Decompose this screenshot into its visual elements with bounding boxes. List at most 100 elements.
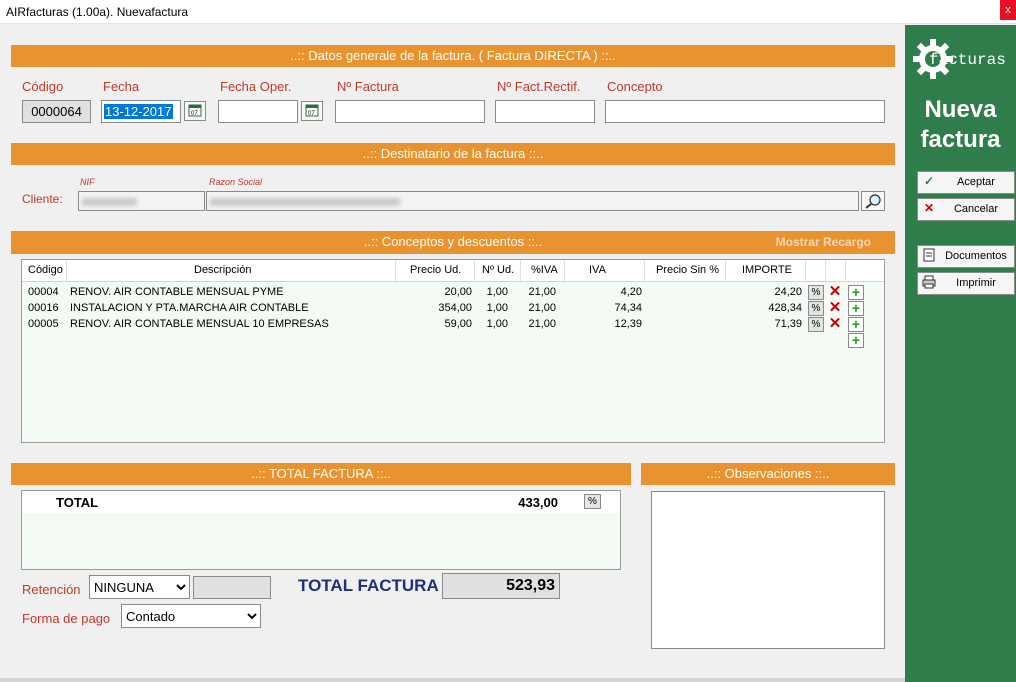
page-title-line1: Nueva (924, 96, 997, 123)
total-percent-button[interactable]: % (584, 494, 601, 509)
row-descripcion: RENOV. AIR CONTABLE MENSUAL 10 EMPRESAS (70, 318, 329, 330)
razon-social-field[interactable] (206, 191, 859, 211)
table-row[interactable]: 00016 INSTALACION Y PTA.MARCHA AIR CONTA… (22, 300, 884, 317)
row-piva: 21,00 (528, 286, 556, 298)
col-divider (395, 260, 396, 281)
row-unidades: 1,00 (486, 318, 508, 330)
row-unidades: 1,00 (486, 286, 508, 298)
col-codigo: Código (28, 264, 63, 276)
retencion-select[interactable]: NINGUNA (89, 575, 190, 599)
row-delete-icon[interactable]: ✕ (827, 316, 843, 332)
nif-value-blurred (82, 198, 137, 206)
concepto-field[interactable] (605, 100, 885, 123)
col-precio: Precio Ud. (410, 264, 462, 276)
row-add-icon[interactable]: + (848, 285, 864, 300)
fecha-value: 13-12-2017 (104, 104, 173, 119)
row-delete-icon[interactable]: ✕ (827, 300, 843, 316)
row-iva: 4,20 (620, 286, 642, 298)
svg-text:07: 07 (308, 111, 315, 117)
fecha-oper-calendar-button[interactable]: 07 (301, 101, 323, 121)
new-row-add-icon[interactable]: + (848, 333, 864, 348)
row-iva: 12,39 (614, 318, 642, 330)
sidebar: facturas Nueva factura ✓ Aceptar ✕ Cance… (905, 25, 1016, 682)
cliente-label: Cliente: (22, 192, 63, 206)
row-add-icon[interactable]: + (848, 301, 864, 316)
window-title: AIRfacturas (1.00a). Nuevafactura (6, 5, 189, 19)
row-codigo: 00005 (28, 318, 59, 330)
total-factura-value: 523,93 (442, 573, 560, 599)
cancelar-button[interactable]: ✕ Cancelar (917, 198, 1015, 221)
fecha-oper-field[interactable] (218, 100, 298, 123)
bottom-scroll-area (0, 678, 905, 682)
nif-label: NIF (80, 177, 95, 187)
num-rectif-field[interactable] (495, 100, 595, 123)
conceptos-header-title: ..:: Conceptos y descuentos ::.. (363, 234, 543, 249)
col-divider (520, 260, 521, 281)
row-iva: 74,34 (614, 302, 642, 314)
imprimir-button[interactable]: Imprimir (917, 272, 1015, 295)
retencion-value-field (193, 576, 271, 599)
aceptar-label: Aceptar (957, 176, 995, 188)
observaciones-field[interactable] (651, 491, 885, 649)
forma-pago-select[interactable]: Contado (121, 604, 261, 628)
search-cliente-button[interactable] (861, 191, 885, 211)
row-add-icon[interactable]: + (848, 317, 864, 332)
col-divider (644, 260, 645, 281)
num-rectif-label: Nº Fact.Rectif. (497, 79, 581, 94)
col-descripcion: Descripción (194, 264, 252, 276)
general-header: ..:: Datos generale de la factura. ( Fac… (11, 45, 895, 67)
col-divider (825, 260, 826, 281)
row-codigo: 00016 (28, 302, 59, 314)
printer-icon (922, 275, 936, 290)
row-importe: 71,39 (774, 318, 802, 330)
retencion-label: Retención (22, 582, 81, 597)
total-value: 433,00 (518, 495, 558, 510)
total-box: TOTAL 433,00 % (21, 490, 621, 570)
row-delete-icon[interactable]: ✕ (827, 284, 843, 300)
col-importe: IMPORTE (742, 264, 792, 276)
destinatario-header: ..:: Destinatario de la factura ::.. (11, 143, 895, 165)
col-precio-sin: Precio Sin % (656, 264, 719, 276)
conceptos-grid: Código Descripción Precio Ud. Nº Ud. %IV… (21, 259, 885, 443)
close-icon[interactable]: x (1000, 0, 1016, 20)
row-descripcion: INSTALACION Y PTA.MARCHA AIR CONTABLE (70, 302, 309, 314)
total-header: ..:: TOTAL FACTURA ::.. (11, 463, 631, 485)
nif-field[interactable] (78, 191, 205, 211)
row-precio: 354,00 (438, 302, 472, 314)
fecha-field[interactable]: 13-12-2017 (101, 100, 181, 123)
col-unidades: Nº Ud. (482, 264, 515, 276)
row-importe: 24,20 (774, 286, 802, 298)
cancel-icon: ✕ (923, 201, 935, 215)
page-title: Nueva factura (905, 95, 1016, 155)
col-piva: %IVA (531, 264, 558, 276)
aceptar-button[interactable]: ✓ Aceptar (917, 171, 1015, 194)
conceptos-header: ..:: Conceptos y descuentos ::.. Mostrar… (11, 231, 895, 254)
fecha-oper-label: Fecha Oper. (220, 79, 292, 94)
razon-social-value-blurred (210, 198, 400, 206)
row-piva: 21,00 (528, 318, 556, 330)
logo-text: facturas (929, 51, 1006, 69)
row-precio: 20,00 (444, 286, 472, 298)
observaciones-header: ..:: Observaciones ::.. (641, 463, 895, 485)
col-divider (725, 260, 726, 281)
concepto-label: Concepto (607, 79, 663, 94)
svg-text:07: 07 (191, 111, 198, 117)
calendar-icon: 07 (305, 104, 319, 117)
row-percent-button[interactable]: % (808, 317, 824, 332)
document-icon (922, 248, 936, 263)
mostrar-recargo-link[interactable]: Mostrar Recargo (776, 231, 871, 253)
fecha-calendar-button[interactable]: 07 (184, 101, 206, 121)
col-iva: IVA (589, 264, 606, 276)
row-piva: 21,00 (528, 302, 556, 314)
table-row[interactable]: 00005 RENOV. AIR CONTABLE MENSUAL 10 EMP… (22, 316, 884, 333)
total-label: TOTAL (56, 495, 99, 510)
row-percent-button[interactable]: % (808, 285, 824, 300)
fecha-label: Fecha (103, 79, 140, 94)
row-percent-button[interactable]: % (808, 301, 824, 316)
row-codigo: 00004 (28, 286, 59, 298)
codigo-label: Código (22, 79, 64, 94)
documentos-button[interactable]: Documentos (917, 245, 1015, 268)
check-icon: ✓ (923, 174, 935, 188)
num-factura-field[interactable] (335, 100, 485, 123)
table-row[interactable]: 00004 RENOV. AIR CONTABLE MENSUAL PYME 2… (22, 284, 884, 301)
